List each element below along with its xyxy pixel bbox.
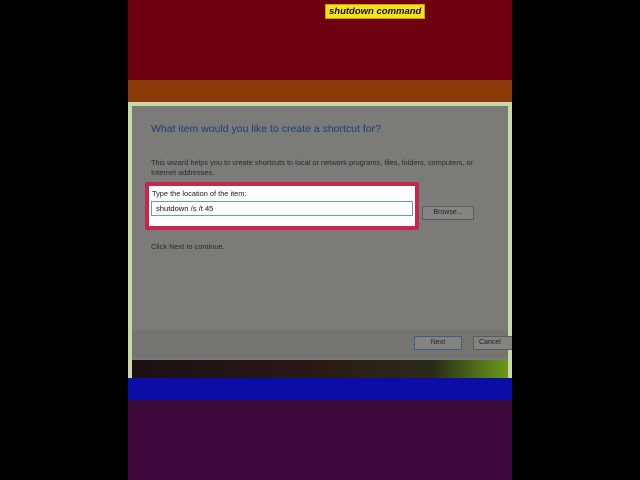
location-label: Type the location of the item:	[152, 189, 247, 198]
shutdown-command-caption: shutdown command	[325, 4, 426, 19]
create-shortcut-dialog: What item would you like to create a sho…	[132, 106, 508, 360]
next-button[interactable]: Next	[414, 336, 462, 350]
dialog-description: This wizard helps you to create shortcut…	[151, 158, 474, 177]
bottom-color-band	[128, 400, 512, 480]
dialog-border: What item would you like to create a sho…	[128, 102, 512, 378]
cancel-button[interactable]: Cancel	[473, 336, 512, 350]
dialog-title: What item would you like to create a sho…	[151, 123, 381, 135]
continue-instruction: Click Next to continue.	[151, 242, 225, 251]
orange-color-band	[128, 80, 512, 102]
video-frame: What item would you like to create a sho…	[128, 0, 512, 480]
browse-button[interactable]: Browse...	[422, 206, 474, 220]
blue-color-band	[128, 378, 512, 400]
location-input[interactable]: shutdown /s /t 45	[151, 201, 413, 216]
desktop-wallpaper-strip	[132, 360, 508, 378]
location-highlight-box: Type the location of the item: shutdown …	[145, 182, 419, 230]
top-color-band	[128, 0, 512, 80]
